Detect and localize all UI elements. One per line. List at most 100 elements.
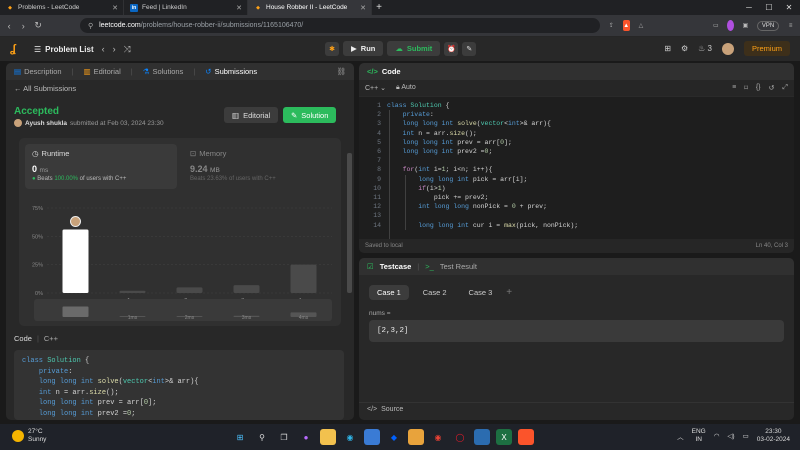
tab-testcase[interactable]: Testcase [380, 262, 412, 271]
minimize-icon[interactable]: ─ [740, 0, 758, 15]
brave-rewards-icon[interactable]: △ [638, 20, 645, 31]
braces-icon[interactable]: {} [756, 84, 761, 92]
line-number: 4 [377, 129, 381, 137]
profile-icon[interactable] [727, 20, 735, 31]
panel-scrollbar[interactable] [347, 153, 352, 293]
windows-start-icon[interactable]: ⊞ [232, 429, 248, 445]
url-field[interactable]: ⚲ leetcode.com/problems/house-robber-ii/… [79, 18, 600, 33]
file-explorer-icon[interactable] [320, 429, 336, 445]
bookmark-icon[interactable]: ⌑ [744, 84, 748, 92]
runtime-distribution-chart: 75%50%25%0%1ms2ms3ms4ms1ms2ms3ms4ms [32, 206, 332, 321]
edge-icon[interactable]: ◉ [342, 429, 358, 445]
add-case-button[interactable]: + [506, 287, 512, 298]
avatar[interactable] [721, 42, 734, 55]
brave-icon[interactable] [518, 429, 534, 445]
code-editor-panel: </> Code C++ ⌄ 🔒︎ Auto ≡ ⌑ {} ↺ ⤢ 123456… [359, 63, 794, 253]
site-info-icon[interactable]: ⚲ [88, 22, 93, 30]
prev-problem-icon[interactable]: ‹ [102, 44, 105, 54]
wallet-icon[interactable]: ▣ [742, 20, 749, 31]
author-name[interactable]: Ayush shukla [25, 120, 67, 127]
maximize-icon[interactable]: ☐ [760, 0, 778, 15]
alarm-icon[interactable]: ⏰ [444, 41, 459, 56]
memory-card[interactable]: ⊡ Memory 9.24 MB Beats 23.63% of users wi… [183, 144, 333, 189]
volume-icon[interactable]: ◁) [727, 432, 734, 440]
tab-description[interactable]: ▤ Description [14, 67, 62, 76]
reset-icon[interactable]: ↺ [769, 84, 775, 92]
link-icon[interactable]: ⛓ [336, 67, 346, 76]
fullscreen-icon[interactable]: ⤢ [782, 84, 788, 92]
solution-button[interactable]: ✎ Solution [283, 107, 337, 123]
testcase-header: ☑ Testcase | >_ Test Result [359, 258, 794, 275]
browser-tab[interactable]: in Feed | LinkedIn ✕ [124, 0, 248, 15]
editorial-button[interactable]: ▥ Editorial [224, 107, 279, 123]
language-select[interactable]: C++ ⌄ [365, 84, 386, 92]
format-icon[interactable]: ≡ [732, 84, 736, 92]
code-editor[interactable]: class Solution { private: long long int … [387, 101, 578, 230]
opera-icon[interactable]: ◯ [452, 429, 468, 445]
runtime-card[interactable]: ◷ Runtime 0 ms ● Beats 100.00% of users w… [25, 144, 177, 189]
store-icon[interactable] [364, 429, 380, 445]
back-icon[interactable]: ‹ [6, 21, 12, 31]
app-icon[interactable] [474, 429, 490, 445]
share-icon[interactable]: ⇪ [608, 20, 615, 31]
tab-submissions[interactable]: ↺ Submissions [205, 67, 257, 76]
all-submissions-link[interactable]: ← All Submissions [14, 84, 76, 93]
leetcode-logo-icon[interactable]: ʆ [10, 43, 22, 55]
meet-icon[interactable]: ● [298, 429, 314, 445]
tab-solutions[interactable]: ⚗ Solutions [143, 67, 184, 76]
line-number: 8 [377, 166, 381, 174]
forward-icon[interactable]: › [20, 21, 26, 31]
debug-icon[interactable]: ✱ [325, 41, 339, 56]
shuffle-icon[interactable]: ⤨ [124, 44, 131, 55]
folder-icon[interactable] [408, 429, 424, 445]
premium-button[interactable]: Premium [743, 41, 790, 56]
nums-input[interactable]: [2,3,2] [369, 320, 784, 342]
language-indicator[interactable]: ENG IN [692, 428, 706, 444]
sun-icon [12, 430, 24, 442]
weather-widget[interactable]: 27°C Sunny [12, 428, 46, 444]
chevron-up-icon[interactable]: ︿ [677, 431, 684, 441]
line-number: 10 [373, 184, 381, 192]
new-tab-button[interactable]: + [372, 2, 386, 13]
next-problem-icon[interactable]: › [113, 44, 116, 54]
history-icon: ↺ [205, 67, 212, 76]
task-view-icon[interactable]: ❐ [276, 429, 292, 445]
submit-button[interactable]: ☁ Submit [387, 41, 441, 56]
vpn-button[interactable]: VPN [756, 20, 780, 31]
case-tabs: Case 1 Case 2 Case 3 + [369, 285, 512, 300]
case-tab[interactable]: Case 2 [415, 285, 455, 300]
menu-icon[interactable]: ≡ [787, 20, 794, 31]
editor-status-bar: Saved to local Ln 40, Col 3 [359, 239, 794, 253]
notes-icon[interactable]: ✎ [462, 41, 477, 56]
search-icon[interactable]: ⚲ [254, 429, 270, 445]
browser-tab[interactable]: ◆ Problems - LeetCode ✕ [0, 0, 124, 15]
case-tab[interactable]: Case 3 [461, 285, 501, 300]
streak-counter[interactable]: ♨ 3 [698, 44, 712, 53]
battery-icon[interactable]: ▭ [743, 432, 749, 440]
taskbar-apps: ⊞ ⚲ ❐ ● ◉ ◆ ◉ ◯ X [232, 429, 534, 445]
brave-shield-icon[interactable]: ▲ [622, 20, 630, 31]
sidebar-icon[interactable]: ▭ [712, 20, 719, 31]
close-tab-icon[interactable]: ✕ [360, 4, 366, 12]
wifi-icon[interactable]: ◠ [714, 432, 720, 440]
auto-mode[interactable]: 🔒︎ Auto [396, 84, 416, 92]
settings-icon[interactable]: ⚙ [681, 44, 688, 53]
run-button[interactable]: ▶ Run [343, 41, 384, 56]
layout-icon[interactable]: ⊞ [664, 44, 671, 53]
clock[interactable]: 23:30 03-02-2024 [757, 428, 790, 444]
close-tab-icon[interactable]: ✕ [236, 4, 242, 12]
chrome-icon[interactable]: ◉ [430, 429, 446, 445]
case-tab[interactable]: Case 1 [369, 285, 409, 300]
close-window-icon[interactable]: ✕ [780, 0, 798, 15]
dropbox-icon[interactable]: ◆ [386, 429, 402, 445]
tab-editorial[interactable]: ▥ Editorial [84, 67, 121, 76]
browser-tab-title: Feed | LinkedIn [142, 4, 187, 11]
browser-tab-active[interactable]: ◆ House Robber II - LeetCode ✕ [248, 0, 372, 15]
close-tab-icon[interactable]: ✕ [112, 4, 118, 12]
reload-icon[interactable]: ↻ [34, 20, 42, 31]
source-link[interactable]: </> Source [359, 402, 794, 416]
tab-test-result[interactable]: Test Result [440, 262, 477, 271]
problem-list-link[interactable]: ☰ Problem List [34, 45, 94, 54]
system-tray: ︿ ENG IN ◠ ◁) ▭ 23:30 03-02-2024 [677, 428, 790, 444]
excel-icon[interactable]: X [496, 429, 512, 445]
